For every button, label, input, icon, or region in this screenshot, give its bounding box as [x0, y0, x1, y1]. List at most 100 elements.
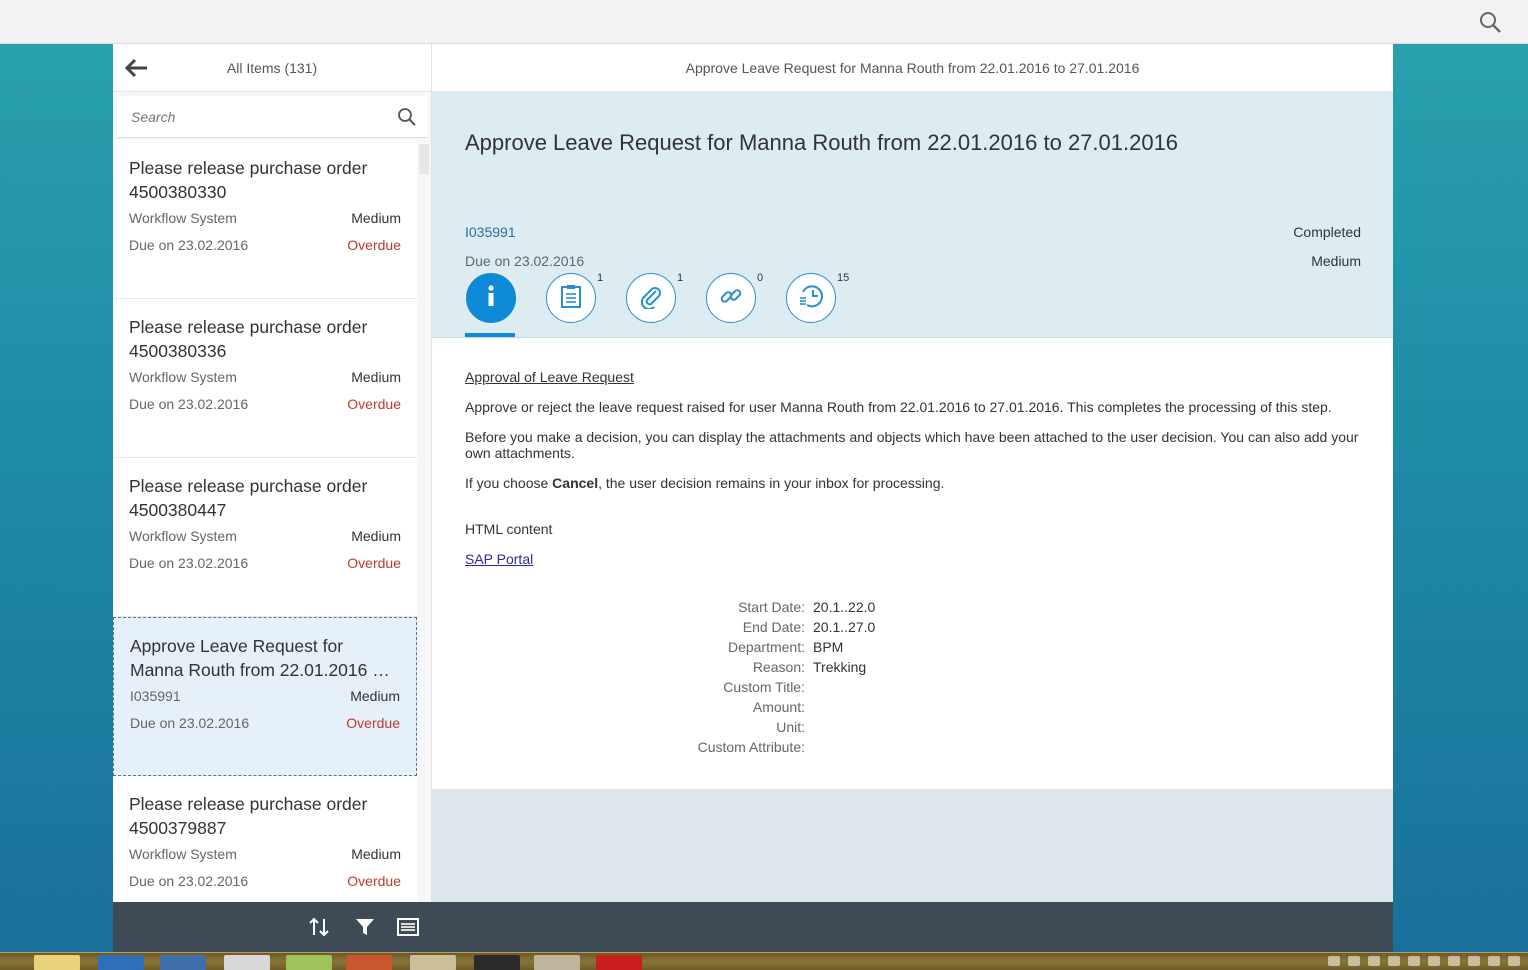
content-paragraph: Approve or reject the leave request rais…: [465, 399, 1332, 415]
links-count: 0: [757, 272, 764, 284]
filter-icon[interactable]: [352, 914, 378, 940]
item-priority: Medium: [351, 369, 401, 385]
item-creator: Workflow System: [129, 210, 237, 226]
pdf-reader-icon[interactable]: [596, 955, 642, 970]
paragraph-text: , the user decision remains in your inbo…: [598, 475, 945, 491]
item-creator: Workflow System: [129, 528, 237, 544]
history-count: 15: [837, 272, 850, 284]
item-due: Due on 23.02.2016: [129, 396, 249, 412]
tab-info[interactable]: [466, 273, 516, 323]
item-status: Overdue: [347, 555, 401, 571]
item-title: Approve Leave Request for Manna Routh fr…: [130, 636, 390, 680]
html-content-label: HTML content: [465, 521, 553, 537]
tray-icon[interactable]: [1448, 956, 1460, 966]
field-row: Custom Attribute:: [632, 737, 875, 757]
powerpoint-icon[interactable]: [346, 955, 392, 970]
back-arrow-icon[interactable]: [123, 55, 151, 81]
keyboard-icon[interactable]: [1328, 956, 1340, 966]
field-value: BPM: [813, 639, 844, 655]
info-icon: [480, 283, 502, 314]
master-footer-toolbar: [113, 902, 432, 952]
sort-icon[interactable]: [306, 914, 332, 940]
object-header: Approve Leave Request for Manna Routh fr…: [432, 92, 1393, 338]
history-icon: [797, 283, 825, 314]
app-icon[interactable]: [286, 955, 332, 970]
link-icon: [718, 283, 744, 314]
file-explorer-icon[interactable]: [34, 955, 80, 970]
field-label: Reason:: [752, 659, 805, 675]
field-label: Custom Attribute:: [697, 739, 805, 755]
notes-count: 1: [597, 272, 604, 284]
system-tray: [1328, 956, 1520, 966]
item-due: Due on 23.02.2016: [130, 715, 250, 731]
app-grid-icon[interactable]: [224, 955, 270, 970]
item-due: Due on 23.02.2016: [129, 555, 249, 571]
master-header: All Items (131): [113, 44, 431, 92]
group-icon[interactable]: [395, 914, 421, 940]
active-tab-indicator: [465, 333, 515, 337]
field-row: Reason: Trekking: [632, 657, 875, 677]
item-priority: Medium: [351, 846, 401, 862]
item-title: Please release purchase order 4500380330: [129, 158, 368, 202]
tray-icon[interactable]: [1408, 956, 1420, 966]
item-title: Please release purchase order 4500379887: [129, 794, 368, 838]
tab-notes[interactable]: 1: [546, 272, 603, 323]
app-icon[interactable]: [410, 955, 456, 970]
field-label: End Date:: [742, 619, 805, 635]
field-list: Start Date: 20.1..22.0 End Date: 20.1..27.…: [632, 597, 876, 757]
item-status: Overdue: [347, 396, 401, 412]
due-date: Due on 23.02.2016: [465, 253, 585, 269]
field-label: Custom Title:: [723, 679, 805, 695]
item-priority: Medium: [351, 210, 401, 226]
item-creator: Workflow System: [129, 846, 237, 862]
attachments-count: 1: [677, 272, 684, 284]
paragraph-bold: Cancel: [552, 475, 599, 491]
description-content: Approval of Leave Request Approve or rej…: [432, 338, 1393, 789]
tray-icon[interactable]: [1488, 956, 1500, 966]
content-heading: Approval of Leave Request: [465, 369, 634, 385]
os-taskbar: [0, 952, 1528, 970]
app-icon[interactable]: [160, 955, 206, 970]
detail-pane: Approve Leave Request for Manna Routh fr…: [432, 44, 1393, 902]
item-creator: Workflow System: [129, 369, 237, 385]
search-field: [117, 96, 427, 138]
item-title: Please release purchase order 4500380447: [129, 476, 368, 520]
list-item[interactable]: Please release purchase order 4500380330…: [113, 140, 417, 299]
item-status: Overdue: [346, 715, 400, 731]
search-icon[interactable]: [397, 107, 417, 132]
tray-icon[interactable]: [1428, 956, 1440, 966]
terminal-icon[interactable]: [474, 955, 520, 970]
field-label: Unit:: [776, 719, 805, 735]
tray-icon[interactable]: [1388, 956, 1400, 966]
content-paragraph: If you choose Cancel, the user decision …: [465, 475, 1381, 491]
tab-history[interactable]: 15: [786, 272, 849, 323]
outlook-icon[interactable]: [98, 955, 144, 970]
search-input[interactable]: [117, 96, 377, 138]
content-paragraph: Before you make a decision, you can disp…: [465, 429, 1359, 461]
item-due: Due on 23.02.2016: [129, 873, 249, 889]
field-row: Custom Title:: [632, 677, 875, 697]
list-item-selected[interactable]: Approve Leave Request for Manna Routh fr…: [113, 617, 417, 776]
item-status: Overdue: [347, 873, 401, 889]
field-row: End Date: 20.1..27.0: [632, 617, 876, 637]
tab-links[interactable]: 0: [706, 272, 763, 323]
tray-icon[interactable]: [1348, 956, 1360, 966]
tray-icon[interactable]: [1468, 956, 1480, 966]
item-priority: Medium: [351, 528, 401, 544]
tab-attachments[interactable]: 1: [626, 272, 683, 323]
tray-icon[interactable]: [1508, 956, 1520, 966]
item-status: Overdue: [347, 237, 401, 253]
item-title: Please release purchase order 4500380336: [129, 317, 368, 361]
list-item[interactable]: Please release purchase order 4500379887…: [113, 776, 417, 902]
created-by-link[interactable]: I035991: [465, 224, 516, 240]
sap-portal-link[interactable]: SAP Portal: [465, 551, 533, 567]
paragraph-text: If you choose: [465, 475, 553, 491]
list-scrollbar[interactable]: [419, 144, 429, 174]
tray-icon[interactable]: [1368, 956, 1380, 966]
paint-icon[interactable]: [534, 955, 580, 970]
field-row: Department: BPM: [632, 637, 875, 657]
object-title: Approve Leave Request for Manna Routh fr…: [465, 130, 1179, 155]
list-item[interactable]: Please release purchase order 4500380447…: [113, 458, 417, 617]
shell-search-icon[interactable]: [1476, 8, 1504, 36]
list-item[interactable]: Please release purchase order 4500380336…: [113, 299, 417, 458]
